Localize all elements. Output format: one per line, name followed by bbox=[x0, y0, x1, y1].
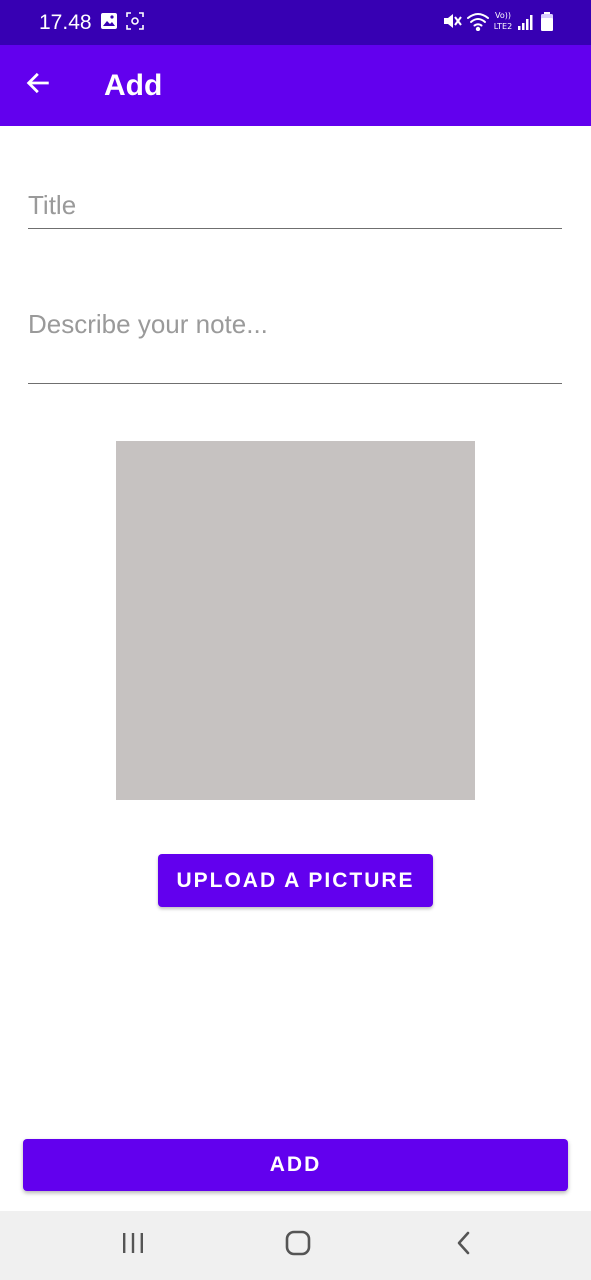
svg-text:LTE2: LTE2 bbox=[494, 22, 512, 31]
home-icon bbox=[284, 1229, 312, 1262]
wifi-icon bbox=[466, 11, 490, 36]
gallery-icon bbox=[100, 12, 118, 35]
page-title: Add bbox=[104, 69, 163, 102]
title-field-container bbox=[28, 188, 562, 229]
status-bar: 17.48 Vo)) LTE2 bbox=[0, 0, 591, 45]
add-note-screen: 17.48 Vo)) LTE2 Add Title Describe your … bbox=[0, 0, 591, 1280]
app-bar: Add bbox=[0, 45, 591, 126]
signal-icon bbox=[517, 13, 535, 36]
add-button[interactable]: ADD bbox=[23, 1139, 568, 1191]
screen-record-icon bbox=[126, 12, 144, 35]
upload-picture-button[interactable]: UPLOAD A PICTURE bbox=[158, 854, 433, 907]
recents-icon bbox=[120, 1231, 146, 1260]
arrow-back-icon bbox=[24, 69, 52, 102]
title-input[interactable] bbox=[28, 189, 562, 221]
volte-icon: Vo)) LTE2 bbox=[491, 10, 515, 34]
battery-icon bbox=[540, 12, 554, 37]
image-preview-placeholder bbox=[116, 441, 475, 800]
description-field-container bbox=[28, 305, 562, 384]
svg-text:Vo)): Vo)) bbox=[495, 11, 511, 20]
upload-picture-label: UPLOAD A PICTURE bbox=[176, 868, 415, 892]
add-button-label: ADD bbox=[269, 1153, 322, 1176]
back-button[interactable] bbox=[14, 61, 62, 109]
mute-icon bbox=[442, 11, 462, 36]
home-button[interactable] bbox=[258, 1211, 338, 1280]
system-back-button[interactable] bbox=[424, 1211, 504, 1280]
navigation-bar bbox=[0, 1211, 591, 1280]
description-input[interactable] bbox=[28, 308, 562, 340]
recents-button[interactable] bbox=[93, 1211, 173, 1280]
status-time: 17.48 bbox=[39, 11, 92, 34]
back-icon bbox=[452, 1229, 476, 1262]
